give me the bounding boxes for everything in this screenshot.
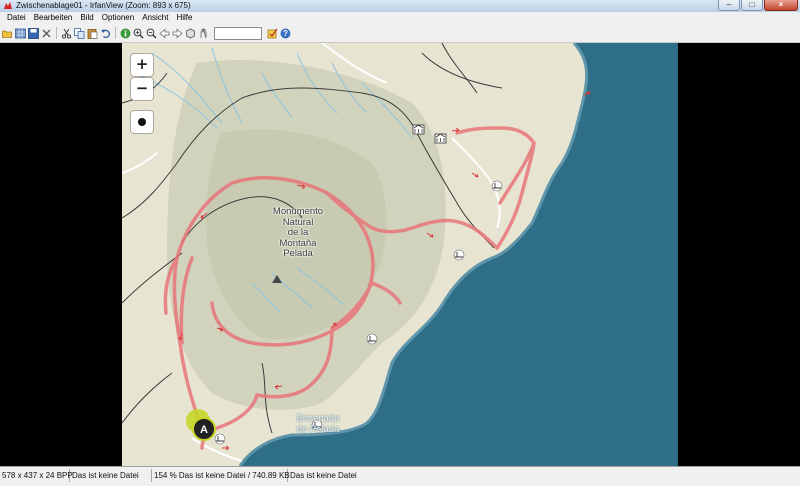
menu-optionen[interactable]: Optionen [98, 12, 138, 24]
zoom-out-icon[interactable] [146, 28, 157, 39]
image-viewport: A + − Monumento Natural de la Montaña Pelada… [0, 43, 800, 466]
map-canvas: A [122, 43, 678, 466]
menu-bar: Datei Bearbeiten Bild Optionen Ansicht H… [0, 12, 800, 24]
close-icon: × [778, 0, 784, 9]
thumbnails-icon[interactable] [15, 28, 26, 39]
delete-icon[interactable] [41, 28, 52, 39]
museum-icon-2 [434, 133, 447, 144]
page-input[interactable] [214, 26, 262, 40]
status-dimensions: 578 x 437 x 24 BPP [2, 469, 73, 482]
map-zoom-out-button[interactable]: − [131, 78, 153, 100]
menu-bild[interactable]: Bild [76, 12, 97, 24]
save-icon[interactable] [28, 27, 39, 39]
menu-datei[interactable]: Datei [3, 12, 30, 24]
window-title: Zwischenablage01 - IrfanView (Zoom: 893 … [16, 1, 191, 10]
beach-icon-2 [366, 333, 378, 345]
museum-icon [412, 124, 425, 135]
window-controls: – □ × [718, 0, 798, 12]
status-bar: 578 x 437 x 24 BPP Das ist keine Datei 1… [0, 466, 800, 486]
status-zoom-info: 154 % Das ist keine Datei / 740.89 KB [154, 469, 290, 482]
toolbar: ? [0, 24, 800, 43]
help-icon[interactable]: ? [280, 28, 291, 39]
settings-icon[interactable] [267, 28, 278, 39]
cut-icon[interactable] [61, 28, 72, 39]
menu-ansicht[interactable]: Ansicht [138, 12, 172, 24]
beach-icon-5 [214, 433, 226, 445]
maximize-icon: □ [749, 0, 755, 9]
locate-dot-icon [138, 118, 146, 126]
toolbar-separator [115, 27, 116, 39]
bay-label: Ensenada de Pelada [296, 413, 340, 435]
properties-icon[interactable] [198, 28, 209, 39]
undo-icon[interactable] [100, 28, 111, 39]
minimize-icon: – [726, 0, 732, 9]
irfanview-app-icon [4, 2, 12, 9]
status-file-state: Das ist keine Datei [70, 469, 152, 482]
start-marker-label: A [200, 424, 208, 436]
svg-text:?: ? [283, 29, 288, 38]
toolbar-separator [56, 27, 57, 39]
status-file-state-2: Das ist keine Datei [290, 471, 357, 480]
paste-icon[interactable] [87, 28, 98, 39]
next-icon[interactable] [172, 28, 183, 39]
zoom-in-icon[interactable] [133, 28, 144, 39]
mountain-label: Monumento Natural de la Montaña Pelada [272, 206, 324, 259]
menu-hilfe[interactable]: Hilfe [172, 12, 196, 24]
beach-icon [453, 249, 465, 261]
map-image: A + − Monumento Natural de la Montaña Pelada… [122, 43, 678, 466]
beach-icon-4 [491, 180, 503, 192]
close-button[interactable]: × [764, 0, 798, 11]
menu-bearbeiten[interactable]: Bearbeiten [30, 12, 77, 24]
locate-button[interactable] [131, 111, 153, 133]
open-folder-icon[interactable] [2, 28, 13, 39]
copy-icon[interactable] [74, 27, 85, 39]
info-icon[interactable] [120, 28, 131, 39]
previous-icon[interactable] [159, 28, 170, 39]
slideshow-icon[interactable] [185, 28, 196, 39]
map-zoom-in-button[interactable]: + [131, 54, 153, 76]
maximize-button[interactable]: □ [741, 0, 763, 11]
minimize-button[interactable]: – [718, 0, 740, 11]
